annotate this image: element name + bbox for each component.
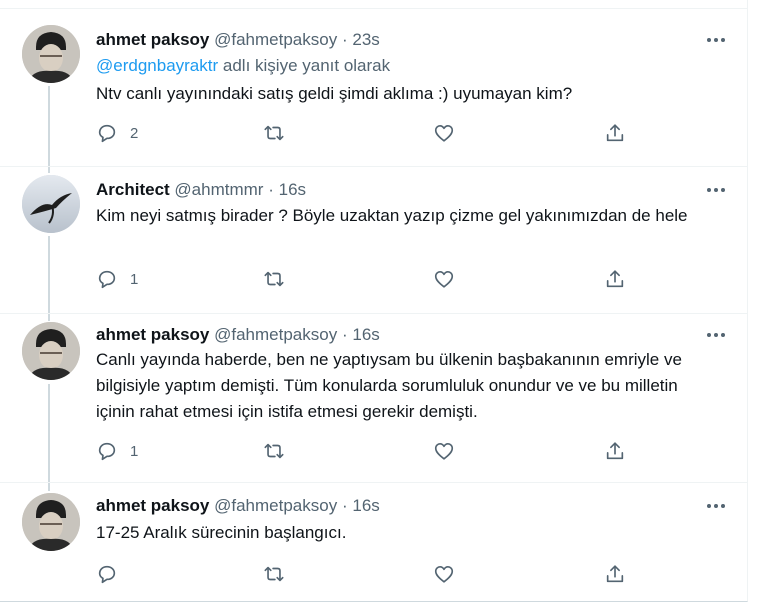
retweet-icon — [264, 125, 284, 141]
like-button[interactable] — [433, 267, 455, 291]
reply-context-label: adlı kişiye yanıt olarak — [218, 56, 391, 75]
separator-dot: · — [341, 325, 348, 344]
action-bar: 1 — [96, 439, 636, 463]
share-icon — [606, 442, 624, 460]
action-bar — [96, 562, 636, 586]
portrait-avatar-icon[interactable] — [22, 25, 80, 83]
like-button[interactable] — [433, 121, 455, 145]
user-handle[interactable]: @ahmtmmr — [174, 180, 263, 199]
share-icon — [606, 124, 624, 142]
reply-button[interactable]: 1 — [96, 439, 138, 463]
user-handle[interactable]: @fahmetpaksoy — [214, 30, 337, 49]
heart-icon — [434, 443, 454, 460]
reply-button[interactable]: 2 — [96, 121, 138, 145]
reply-icon — [98, 442, 116, 461]
retweet-icon — [264, 566, 284, 582]
separator-dot: · — [268, 180, 274, 199]
reply-icon — [98, 124, 116, 143]
heart-icon — [434, 271, 454, 288]
display-name[interactable]: Architect — [96, 180, 170, 199]
reply-context: @erdgnbayraktr adlı kişiye yanıt olarak — [96, 55, 390, 77]
more-options-icon[interactable] — [702, 29, 730, 51]
portrait-avatar-icon[interactable] — [22, 322, 80, 380]
reply-count: 1 — [130, 442, 139, 460]
reply-button[interactable]: 1 — [96, 267, 138, 291]
share-button[interactable] — [604, 439, 626, 463]
retweet-icon — [264, 271, 284, 287]
heart-icon — [434, 125, 454, 142]
share-button[interactable] — [604, 121, 626, 145]
mention-link[interactable]: @erdgnbayraktr — [96, 56, 218, 75]
portrait-avatar-icon[interactable] — [22, 493, 80, 551]
tweet-text: 17-25 Aralık sürecinin başlangıcı. — [96, 523, 347, 542]
retweet-button[interactable] — [263, 121, 285, 145]
retweet-button[interactable] — [263, 267, 285, 291]
separator-dot: · — [341, 496, 348, 515]
separator-dot: · — [341, 30, 348, 49]
like-button[interactable] — [433, 562, 455, 586]
retweet-icon — [264, 443, 284, 459]
like-button[interactable] — [433, 439, 455, 463]
reply-icon — [98, 565, 116, 584]
bird-avatar-icon[interactable] — [22, 175, 80, 233]
tweet[interactable]: Architect @ahmtmmr · 16s Kim neyi satmış… — [0, 167, 748, 314]
reply-count: 1 — [130, 270, 139, 288]
tweet[interactable]: ahmet paksoy @fahmetpaksoy · 16s Canlı y… — [0, 314, 748, 483]
retweet-button[interactable] — [263, 439, 285, 463]
display-name[interactable]: ahmet paksoy — [96, 325, 209, 344]
user-handle[interactable]: @fahmetpaksoy — [214, 496, 337, 515]
share-icon — [606, 565, 624, 583]
timestamp[interactable]: 16s — [279, 180, 306, 199]
tweet-thread: ahmet paksoy @fahmetpaksoy · 23s @erdgnb… — [0, 0, 748, 602]
reply-button[interactable] — [96, 562, 130, 586]
display-name[interactable]: ahmet paksoy — [96, 30, 209, 49]
share-button[interactable] — [604, 267, 626, 291]
retweet-button[interactable] — [263, 562, 285, 586]
action-bar: 1 — [96, 267, 636, 291]
tweet[interactable]: ahmet paksoy @fahmetpaksoy · 16s 17-25 A… — [0, 483, 748, 602]
tweet-text: Kim neyi satmış birader ? Böyle uzaktan … — [96, 206, 688, 225]
more-options-icon[interactable] — [702, 324, 730, 346]
timestamp[interactable]: 16s — [352, 325, 379, 344]
heart-icon — [434, 566, 454, 583]
user-handle[interactable]: @fahmetpaksoy — [214, 325, 337, 344]
display-name[interactable]: ahmet paksoy — [96, 496, 209, 515]
timestamp[interactable]: 16s — [352, 496, 379, 515]
action-bar: 2 — [96, 121, 636, 145]
more-options-icon[interactable] — [702, 179, 730, 201]
tweet-text: Canlı yayında haberde, ben ne yaptıysam … — [96, 350, 682, 421]
reply-icon — [98, 270, 116, 289]
share-icon — [606, 270, 624, 288]
more-options-icon[interactable] — [702, 495, 730, 517]
timestamp[interactable]: 23s — [352, 30, 379, 49]
reply-count: 2 — [130, 124, 139, 142]
tweet-text: Ntv canlı yayınındaki satış geldi şimdi … — [96, 84, 573, 103]
tweet[interactable]: ahmet paksoy @fahmetpaksoy · 23s @erdgnb… — [0, 9, 748, 167]
share-button[interactable] — [604, 562, 626, 586]
